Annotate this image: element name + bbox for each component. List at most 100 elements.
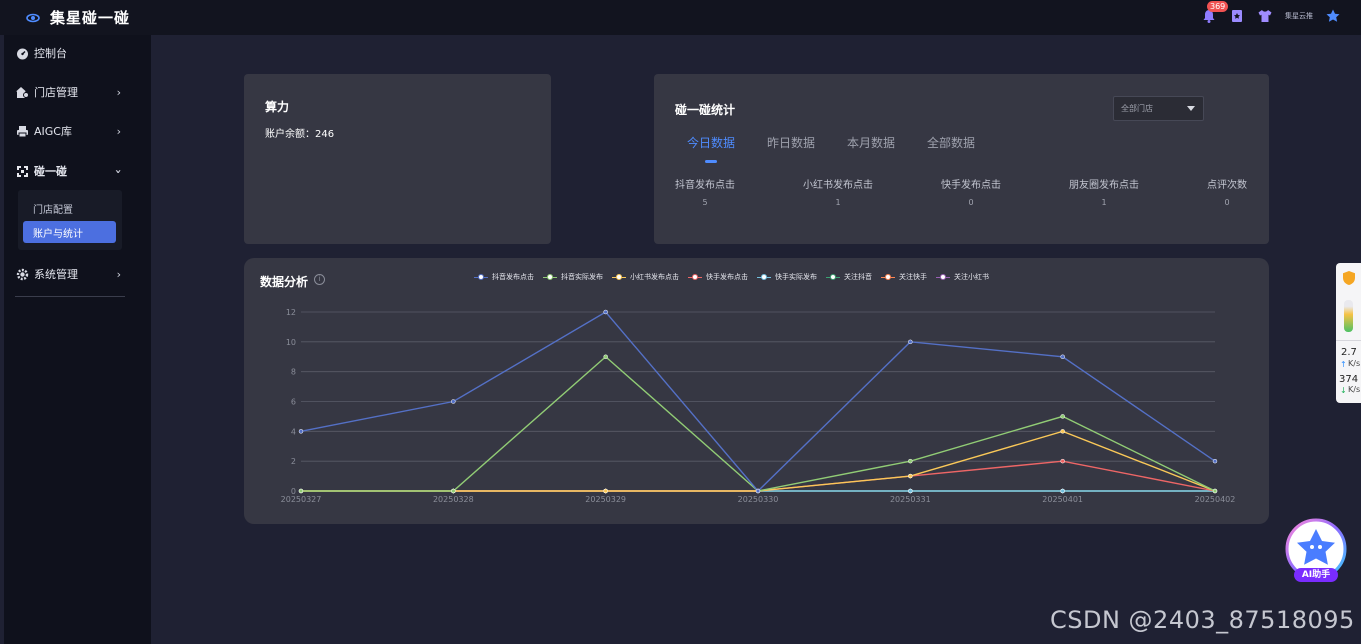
app-title: 集星碰一碰 (50, 9, 131, 27)
series-line (301, 460, 1216, 492)
sidebar-item-store-management[interactable]: 门店管理 › (4, 80, 151, 104)
notification-badge: 369 (1207, 1, 1229, 12)
y-tick-label: 12 (286, 308, 296, 317)
arrow-down-icon: ↓ (1340, 386, 1347, 395)
data-point (451, 488, 456, 494)
x-tick-label: 20250331 (890, 495, 931, 504)
data-point (908, 488, 913, 494)
stat-label: 快手发布点击 (941, 180, 1001, 191)
chevron-right-icon: › (116, 86, 121, 99)
stats-card: 碰一碰统计 全部门店 今日数据 昨日数据 本月数据 全部数据 抖音发布点击 5 … (654, 74, 1269, 244)
data-point (298, 488, 304, 494)
widget-divider (1336, 340, 1361, 341)
balance-label: 账户余额： (265, 129, 315, 140)
stat-value: 5 (702, 198, 708, 207)
submenu-item-store-config[interactable]: 门店配置 (23, 197, 116, 219)
sidebar-divider (15, 296, 125, 297)
stat-value: 1 (1101, 198, 1107, 207)
data-point (603, 309, 608, 315)
sidebar-item-label: 控制台 (34, 47, 67, 60)
star-avatar-icon[interactable] (1325, 8, 1341, 24)
arrow-up-icon: ↑ (1340, 360, 1347, 369)
chevron-right-icon: › (116, 268, 121, 281)
user-name[interactable]: 集星云推 (1285, 11, 1313, 21)
data-point (1060, 414, 1065, 419)
y-tick-label: 8 (291, 368, 296, 377)
stat-review-count: 点评次数 0 (1207, 176, 1247, 207)
y-tick-label: 6 (291, 398, 296, 407)
data-point (908, 473, 913, 479)
submenu-item-account-stats[interactable]: 账户与统计 (23, 221, 116, 243)
brand-logo-icon (26, 13, 40, 22)
shirt-icon[interactable] (1257, 8, 1273, 24)
network-speed-widget[interactable]: 2.7 ↑ K/s 374 ↓ K/s (1336, 263, 1361, 403)
data-point (1060, 488, 1065, 494)
bookmark-icon[interactable] (1229, 8, 1245, 24)
data-point (908, 339, 913, 345)
stats-tabs: 今日数据 昨日数据 本月数据 全部数据 (687, 134, 1007, 163)
stat-label: 朋友圈发布点击 (1069, 180, 1139, 191)
top-bar: 集星碰一碰 369 集星云推 (0, 0, 1361, 35)
x-tick-label: 20250328 (433, 495, 474, 504)
ai-assistant-label: AI助手 (1294, 568, 1338, 582)
stat-value: 0 (968, 198, 974, 207)
data-point (603, 354, 608, 359)
x-tick-label: 20250327 (281, 495, 322, 504)
store-select-value: 全部门店 (1121, 104, 1153, 113)
stat-label: 抖音发布点击 (675, 180, 735, 191)
speed-gauge (1344, 300, 1353, 332)
sidebar-item-aigc-library[interactable]: AIGC库 › (4, 119, 151, 143)
sidebar-item-label: 系统管理 (34, 268, 78, 281)
y-tick-label: 2 (291, 457, 296, 466)
sidebar-item-label: AIGC库 (34, 125, 72, 138)
bell-icon[interactable]: 369 (1201, 1, 1229, 24)
printer-icon (16, 125, 29, 138)
power-card-title: 算力 (265, 100, 290, 114)
line-chart: 02468101220250327 20250328 20250329 2025033… (281, 308, 1236, 504)
tab-today[interactable]: 今日数据 (687, 134, 735, 163)
shield-icon (1343, 271, 1355, 285)
stat-kuaishou-click: 快手发布点击 0 (941, 176, 1001, 207)
x-tick-label: 20250401 (1042, 495, 1083, 504)
stat-douyin-click: 抖音发布点击 5 (675, 176, 735, 207)
y-tick-label: 10 (286, 338, 296, 347)
sidebar-item-label: 碰一碰 (34, 165, 67, 178)
data-point (1060, 458, 1065, 464)
data-point (1212, 488, 1218, 494)
dashboard-icon (16, 47, 29, 60)
analysis-card: 数据分析 i 抖音发布点击 抖音实际发布 小红书发布点击 快手发布点击 快手实际发布 关注… (244, 258, 1269, 524)
sidebar-item-nfc[interactable]: 碰一碰 › (4, 159, 151, 183)
ai-assistant-button[interactable]: AI助手 (1285, 518, 1347, 582)
tab-all[interactable]: 全部数据 (927, 134, 975, 151)
data-point (1212, 458, 1218, 464)
data-point (451, 399, 456, 404)
stat-value: 0 (1224, 198, 1230, 207)
stats-card-title: 碰一碰统计 (675, 103, 736, 117)
sidebar: 控制台 门店管理 › AIGC库 › 碰一碰 › 门店配置 账户与统计 系统管理… (4, 35, 151, 644)
stat-label: 小红书发布点击 (803, 180, 873, 191)
sidebar-item-dashboard[interactable]: 控制台 (4, 41, 151, 65)
brand[interactable]: 集星碰一碰 (26, 7, 130, 28)
power-card: 算力 账户余额：246 (244, 74, 551, 244)
nfc-icon (16, 165, 29, 178)
stat-xiaohongshu-click: 小红书发布点击 1 (803, 176, 873, 207)
sidebar-item-system-management[interactable]: 系统管理 › (4, 262, 151, 286)
balance-value: 246 (315, 129, 335, 140)
nfc-submenu: 门店配置 账户与统计 (18, 190, 122, 250)
store-icon (16, 86, 29, 99)
x-tick-label: 20250329 (585, 495, 626, 504)
download-speed: 374 (1339, 374, 1359, 385)
stat-moments-click: 朋友圈发布点击 1 (1069, 176, 1139, 207)
balance-row: 账户余额：246 (265, 125, 334, 140)
caret-down-icon (1187, 106, 1195, 111)
chevron-down-icon: › (112, 169, 126, 174)
tab-this-month[interactable]: 本月数据 (847, 134, 895, 151)
y-tick-label: 4 (291, 427, 296, 436)
store-select[interactable]: 全部门店 (1113, 96, 1204, 121)
x-tick-label: 20250402 (1195, 495, 1236, 504)
data-point (1060, 429, 1065, 434)
gear-icon (16, 268, 29, 281)
data-point (603, 488, 608, 494)
top-icons: 369 集星云推 (1201, 1, 1341, 24)
tab-yesterday[interactable]: 昨日数据 (767, 134, 815, 151)
